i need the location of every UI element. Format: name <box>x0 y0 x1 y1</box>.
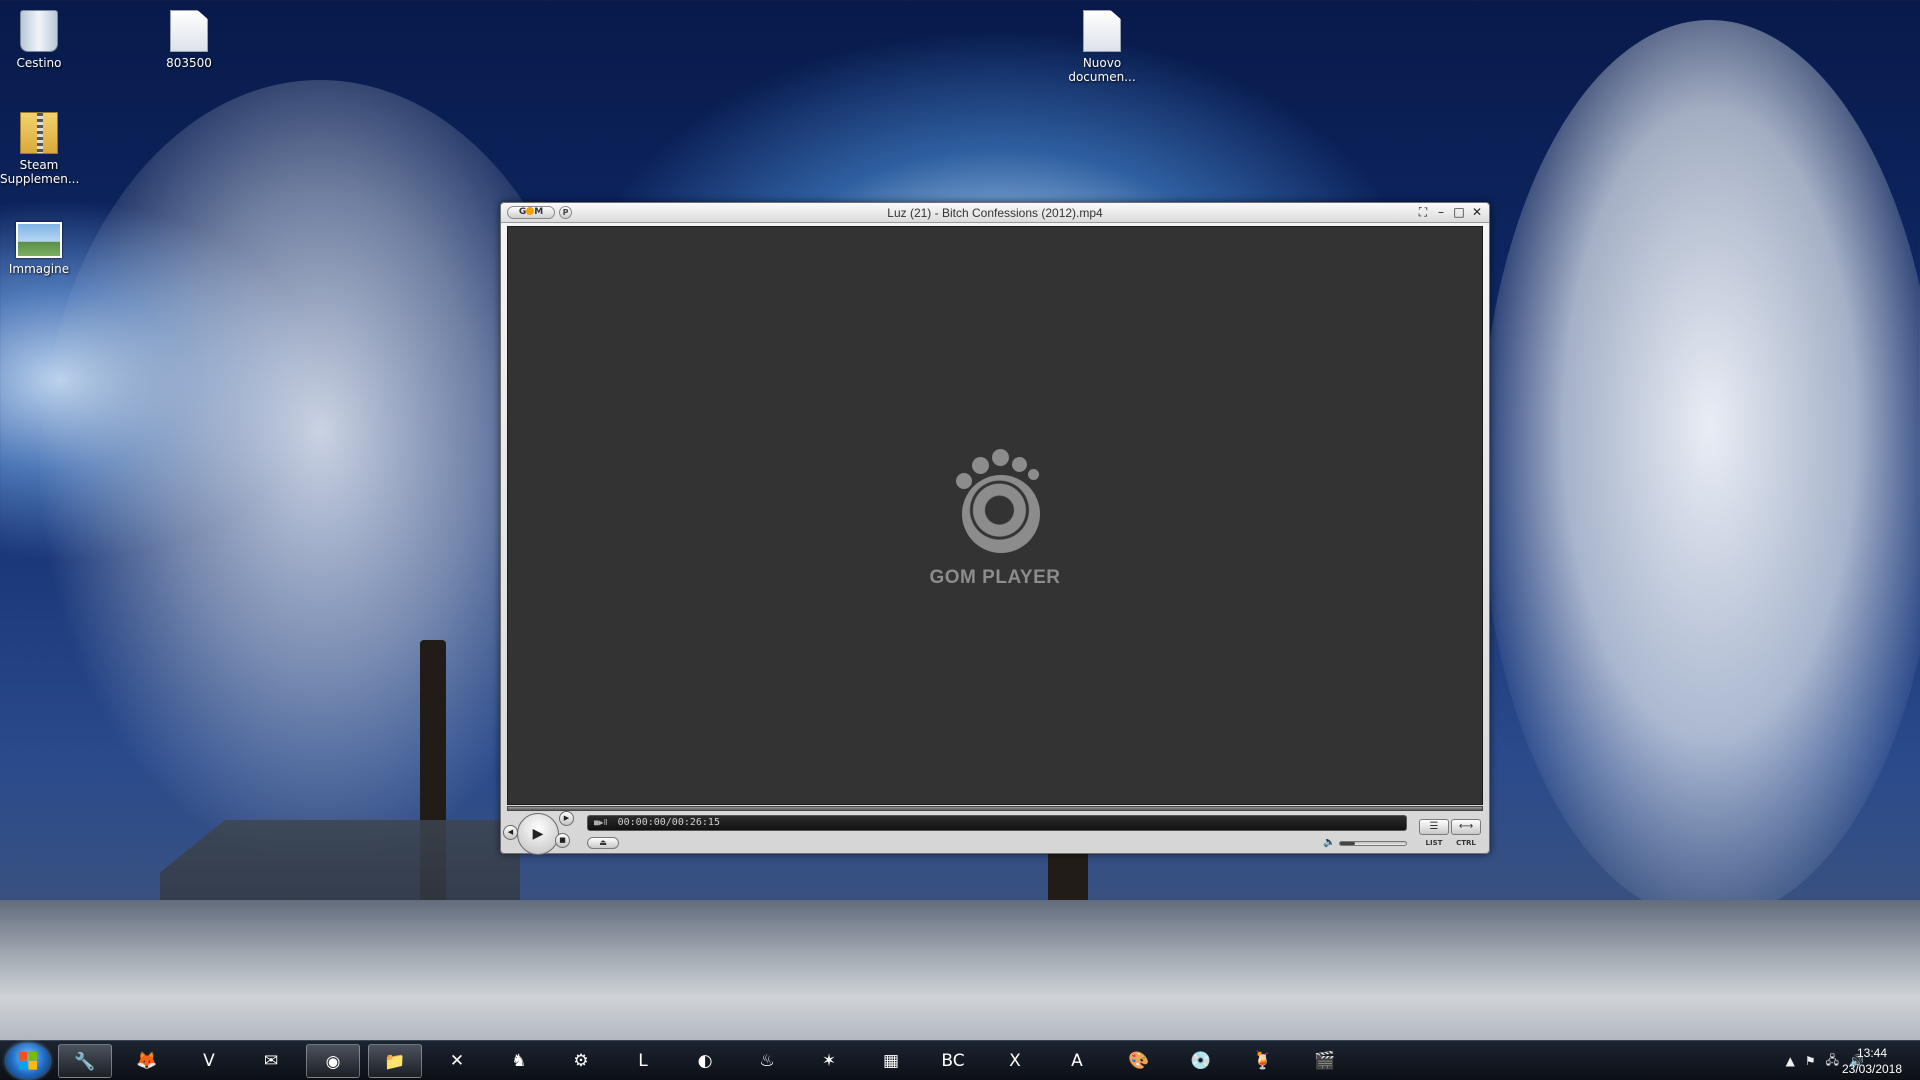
firefox-icon: 🦊 <box>136 1051 158 1071</box>
gom-player-icon: ◉ <box>325 1052 341 1072</box>
snowy-ground <box>0 900 1920 1040</box>
taskbar-app-bc[interactable]: BC <box>926 1044 980 1078</box>
disc-burner-icon: 💿 <box>1190 1051 1212 1071</box>
desktop-icon-label: Cestino <box>16 56 62 70</box>
image-file-icon <box>16 222 62 258</box>
tray-expand-icon[interactable]: ▲ <box>1786 1054 1795 1068</box>
desktop-icon-label: Immagine <box>8 262 70 276</box>
file-explorer-icon: 📁 <box>384 1052 406 1072</box>
desktop-icon-label: Nuovo documen... <box>1068 56 1136 84</box>
steam-client-icon: ⚙ <box>573 1051 589 1071</box>
playback-status-icon: ■▶Ⅱ <box>594 818 608 827</box>
brand-wordmark: GOM PLAYER <box>929 567 1061 588</box>
x-app-icon: ✕ <box>449 1051 465 1071</box>
taskbar-app-origin[interactable]: ◐ <box>678 1044 732 1078</box>
paint-icon: 🎨 <box>1128 1051 1150 1071</box>
minimize-icon[interactable]: – <box>1435 205 1447 219</box>
video-area[interactable]: GOM PLAYER <box>507 226 1483 805</box>
desktop-icon-immagine[interactable]: Immagine <box>0 222 78 276</box>
time-readout: 00:00:00/00:26:15 <box>617 817 720 828</box>
toolbox-icon: 🔧 <box>74 1052 96 1072</box>
taskbar-app-archive[interactable]: ▦ <box>864 1044 918 1078</box>
origin-icon: ◐ <box>697 1051 713 1071</box>
playlist-button[interactable]: ☰ <box>1419 819 1449 835</box>
taskbar-app-cocktail[interactable]: 🍹 <box>1236 1044 1290 1078</box>
steam-icon: ♨ <box>759 1051 775 1071</box>
clock[interactable]: 13:44 23/03/2018 <box>1832 1045 1912 1077</box>
time-display: ■▶Ⅱ 00:00:00/00:26:15 <box>587 815 1407 831</box>
clock-date: 23/03/2018 <box>1841 1062 1903 1076</box>
taskbar-app-paint[interactable]: 🎨 <box>1112 1044 1166 1078</box>
taskbar: 🔧 🦊 V ✉ ◉ 📁 ✕ ♞ ⚙ L ◐ ♨ ✶ ▦ BC X A 🎨 💿 🍹 🎬 ▲ ⚑ 🖧 🔊 13:44 23/… <box>0 1040 1920 1080</box>
league-icon: L <box>638 1051 648 1071</box>
next-icon[interactable]: ▶ <box>559 811 574 826</box>
desktop-icon-803500[interactable]: 803500 <box>150 10 228 70</box>
file-icon <box>170 10 208 52</box>
start-button[interactable] <box>6 1043 50 1079</box>
thunderbird-icon: ✉ <box>263 1051 279 1071</box>
taskbar-app-steam[interactable]: ♨ <box>740 1044 794 1078</box>
battlenet-icon: ✶ <box>821 1051 837 1071</box>
fullscreen-icon[interactable]: ⛶ <box>1417 205 1429 219</box>
list-label: LIST <box>1425 839 1443 847</box>
cocktail-icon: 🍹 <box>1252 1051 1274 1071</box>
volume-icon[interactable]: 🔈 <box>1323 837 1335 848</box>
open-file-button[interactable]: ⏏ <box>587 837 619 849</box>
taskbar-app-toolbox[interactable]: 🔧 <box>58 1044 112 1078</box>
gom-paw-logo-icon <box>950 447 1042 553</box>
close-icon[interactable]: ✕ <box>1471 205 1483 219</box>
stop-icon[interactable]: ■ <box>555 833 570 848</box>
desktop-icon-label: 803500 <box>166 56 212 70</box>
action-center-flag-icon[interactable]: ⚑ <box>1805 1054 1816 1068</box>
control-button[interactable]: ⟷ <box>1451 819 1481 835</box>
taskbar-app-clapper[interactable]: 🎬 <box>1298 1044 1352 1078</box>
ctrl-label: CTRL <box>1456 839 1476 847</box>
windows-logo-icon <box>19 1052 37 1070</box>
window-title: Luz (21) - Bitch Confessions (2012).mp4 <box>887 206 1103 220</box>
excel-icon: X <box>1009 1051 1021 1071</box>
bc-icon: BC <box>941 1051 965 1071</box>
desktop-icon-steam-supplemen[interactable]: Steam Supplemen... <box>0 112 80 186</box>
taskbar-app-steam-client[interactable]: ⚙ <box>554 1044 608 1078</box>
taskbar-app-vivaldi[interactable]: V <box>182 1044 236 1078</box>
maximize-icon[interactable]: □ <box>1453 205 1465 219</box>
gom-player-window[interactable]: GM P Luz (21) - Bitch Confessions (2012)… <box>500 202 1490 855</box>
taskbar-app-firefox[interactable]: 🦊 <box>120 1044 174 1078</box>
recycle-bin-icon <box>20 10 58 52</box>
game-icon: ♞ <box>511 1051 527 1071</box>
zip-folder-icon <box>20 112 58 154</box>
taskbar-app-game[interactable]: ♞ <box>492 1044 546 1078</box>
acrobat-icon: A <box>1071 1051 1083 1071</box>
taskbar-app-league[interactable]: L <box>616 1044 670 1078</box>
taskbar-app-disc-burner[interactable]: 💿 <box>1174 1044 1228 1078</box>
vivaldi-icon: V <box>203 1051 215 1071</box>
control-panel: ◀ ▶ ▶ ■ ■▶Ⅱ 00:00:00/00:26:15 ⏏ 🔈 ☰ ⟷ LI… <box>501 811 1489 855</box>
frosted-tree-right <box>1480 20 1920 920</box>
text-file-icon <box>1083 10 1121 52</box>
desktop-icon-label: Steam Supplemen... <box>0 158 80 186</box>
title-bar[interactable]: GM P Luz (21) - Bitch Confessions (2012)… <box>501 203 1489 223</box>
taskbar-app-x-app[interactable]: ✕ <box>430 1044 484 1078</box>
taskbar-app-thunderbird[interactable]: ✉ <box>244 1044 298 1078</box>
clapper-icon: 🎬 <box>1314 1051 1336 1071</box>
volume-slider[interactable] <box>1339 841 1407 846</box>
taskbar-app-acrobat[interactable]: A <box>1050 1044 1104 1078</box>
play-button[interactable]: ▶ <box>517 813 559 855</box>
desktop-icon-nuovo-documento[interactable]: Nuovo documen... <box>1063 10 1141 84</box>
taskbar-app-battlenet[interactable]: ✶ <box>802 1044 856 1078</box>
taskbar-app-file-explorer[interactable]: 📁 <box>368 1044 422 1078</box>
taskbar-app-excel[interactable]: X <box>988 1044 1042 1078</box>
window-controls: ⛶ – □ ✕ <box>1417 205 1483 219</box>
taskbar-app-gom-player[interactable]: ◉ <box>306 1044 360 1078</box>
previous-icon[interactable]: ◀ <box>503 825 518 840</box>
desktop-icon-cestino[interactable]: Cestino <box>0 10 78 70</box>
clock-time: 13:44 <box>1856 1046 1888 1060</box>
archive-icon: ▦ <box>882 1051 900 1071</box>
